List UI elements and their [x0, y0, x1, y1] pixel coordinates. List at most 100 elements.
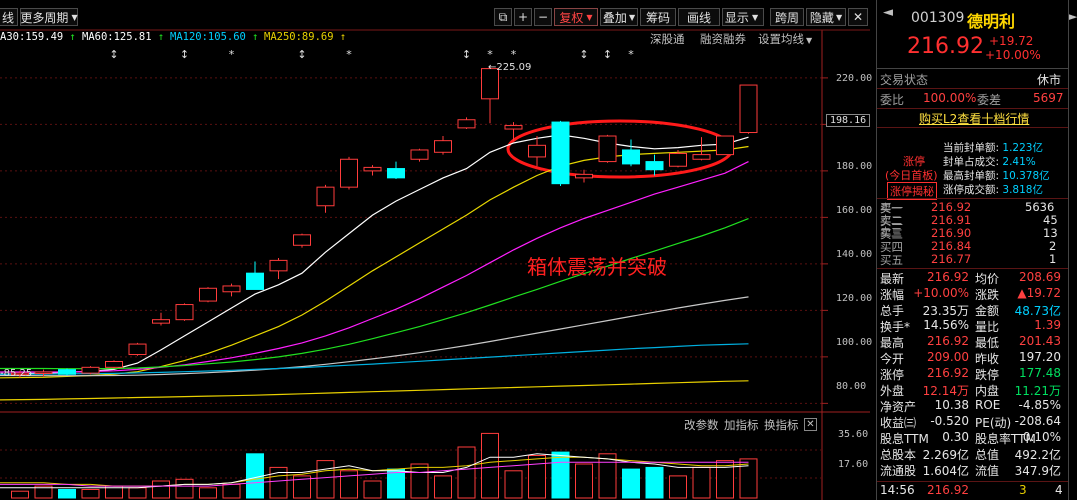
candle-body	[363, 166, 382, 172]
draw-line-button[interactable]: 画线	[678, 8, 720, 26]
zoom-out-icon[interactable]: −	[534, 8, 552, 26]
limit-stat-item: 最高封单额: 10.378亿	[943, 170, 1050, 182]
next-stock-icon[interactable]: ►	[1069, 10, 1077, 23]
price-axis-label: 140.00	[836, 249, 873, 260]
candle-body	[739, 84, 758, 134]
ma-legend-item: MA250:89.69 ↑	[264, 31, 347, 43]
event-marker-icon: ↕	[579, 48, 588, 61]
stock-code: 001309	[911, 10, 965, 26]
event-marker-icon: *	[511, 48, 517, 61]
quote-panel: ◄ 001309 德明利 216.92 +19.72 +10.00% 交易状态 …	[876, 0, 1069, 500]
quote-stat-row: 涨停 216.92 跌停 177.48	[880, 366, 1061, 382]
price-change: +19.72	[989, 34, 1034, 48]
next-panel-edge: ►	[1068, 0, 1077, 500]
event-marker-icon: *	[628, 48, 634, 61]
low-label: -85.25	[0, 368, 33, 379]
event-marker-icon: *	[487, 48, 493, 61]
volume-bar	[316, 460, 335, 499]
candle-body	[34, 371, 53, 374]
limit-stats: 当前封单额: 1.223亿 封单占成交: 2.41% 最高封单额: 10.378…	[943, 141, 1050, 197]
stock-name: 德明利	[967, 12, 1016, 31]
candle-body	[457, 119, 476, 129]
close-icon[interactable]: ✕	[848, 8, 868, 26]
dropdown-arrow-icon: ▼	[835, 12, 843, 22]
candle-body	[175, 304, 194, 321]
candle-body	[551, 121, 570, 185]
event-marker-icon: ↕	[462, 48, 471, 61]
weibi-row: 委比 100.00% 委差 5697	[880, 91, 1064, 107]
candle-body	[598, 135, 617, 163]
volume-axis-label: 17.60	[838, 459, 869, 470]
candle-body	[528, 144, 546, 158]
candle-body	[81, 366, 100, 374]
volume-bars	[11, 432, 758, 499]
candle-body	[199, 287, 217, 302]
quote-stat-row: 外盘 12.14万 内盘 11.21万	[880, 384, 1061, 398]
ma-legend-item: MA60:125.81 ↑	[82, 31, 165, 43]
candle-body	[387, 168, 405, 179]
candle-body	[669, 152, 687, 167]
volume-bar	[575, 463, 593, 499]
high-label: ←225.09	[488, 62, 532, 73]
period-dropdown[interactable]: 更多周期 ▼	[20, 8, 78, 26]
volume-bar	[622, 468, 640, 499]
volume-bar	[387, 468, 405, 499]
price-change-pct: +10.00%	[985, 48, 1041, 62]
candle-body	[481, 68, 499, 100]
volume-bar	[669, 475, 687, 499]
switch-indicator-button[interactable]: 换指标	[764, 417, 799, 433]
candle-body	[222, 285, 241, 293]
quote-stat-row: 净资产 10.38 ROE -4.85%	[880, 398, 1061, 414]
volume-bar	[222, 483, 241, 499]
pattern-annotation: 箱体震荡并突破	[527, 255, 667, 279]
zoom-in-icon[interactable]: +	[514, 8, 532, 26]
display-dropdown[interactable]: 显示 ▼	[722, 8, 764, 26]
edit-params-button[interactable]: 改参数	[684, 417, 719, 433]
dropdown-arrow-icon: ▼	[586, 12, 593, 22]
volume-bar	[81, 489, 100, 499]
chip-button[interactable]: 筹码	[640, 8, 676, 26]
volume-bar	[528, 455, 546, 499]
candle-body	[340, 158, 358, 188]
quote-stat-row: 股息TTM 0.30 股息率TTM 0.10%	[880, 430, 1061, 446]
restore-icon[interactable]: ⧉	[494, 8, 512, 26]
volume-bar	[434, 475, 452, 499]
event-markers: ↕ ↕ * ↕ * ↕ * * ↕ ↕ *	[109, 48, 634, 61]
l2-link[interactable]: 购买L2查看十档行情	[919, 110, 1029, 127]
hk-connect-link[interactable]: 深股通	[650, 31, 685, 47]
close-indicator-icon[interactable]: ✕	[804, 418, 817, 431]
prev-stock-icon[interactable]: ◄	[883, 5, 893, 20]
volume-bar	[175, 478, 194, 499]
quote-stat-row: 最高 216.92 最低 201.43	[880, 334, 1061, 350]
candle-body	[410, 149, 429, 160]
chart-type-button[interactable]: 线	[0, 8, 18, 26]
adjust-dropdown[interactable]: 复权 ▼	[554, 8, 598, 26]
limit-sub: (今日首板)	[885, 169, 938, 182]
volume-bar	[692, 466, 711, 499]
candle-body	[692, 154, 711, 160]
overlay-dropdown[interactable]: 叠加 ▼	[600, 8, 638, 26]
margin-link[interactable]: 融资融券	[700, 31, 746, 47]
price-axis-label: 220.00	[836, 73, 873, 84]
volume-bar	[269, 466, 288, 499]
trade-status-row: 交易状态 休市	[880, 73, 1062, 87]
ma-line	[0, 218, 749, 370]
price-axis-label: 160.00	[836, 205, 873, 216]
candle-body	[269, 259, 288, 272]
kline-chart-area[interactable]: ↕ ↕ * ↕ * ↕ * * ↕ ↕ * 线 更多周期 ▼ ⧉ + − 复权 ▼ 叠加 ▼ 筹码 画线 …	[0, 0, 873, 500]
cross-period-button[interactable]: 跨周	[770, 8, 804, 26]
volume-bar	[152, 480, 170, 499]
volume-bar	[551, 451, 570, 499]
candle-body	[128, 343, 147, 356]
ma-settings-link[interactable]: 设置均线 ▼	[758, 31, 812, 47]
buy-row[interactable]: 买五 216.77 1	[877, 252, 1069, 268]
dropdown-arrow-icon: ▼	[806, 36, 813, 45]
ma-legend-item: A30:159.49 ↑	[0, 31, 76, 43]
hide-dropdown[interactable]: 隐藏 ▼	[806, 8, 846, 26]
volume-bar	[481, 432, 499, 499]
quote-stat-row: 总手 23.35万 金额 48.73亿	[880, 304, 1061, 318]
price-axis-label: 120.00	[836, 293, 873, 304]
add-indicator-button[interactable]: 加指标	[724, 417, 759, 433]
quote-stat-row: 最新 216.92 均价 208.69	[880, 270, 1061, 286]
volume-bar	[58, 489, 76, 499]
